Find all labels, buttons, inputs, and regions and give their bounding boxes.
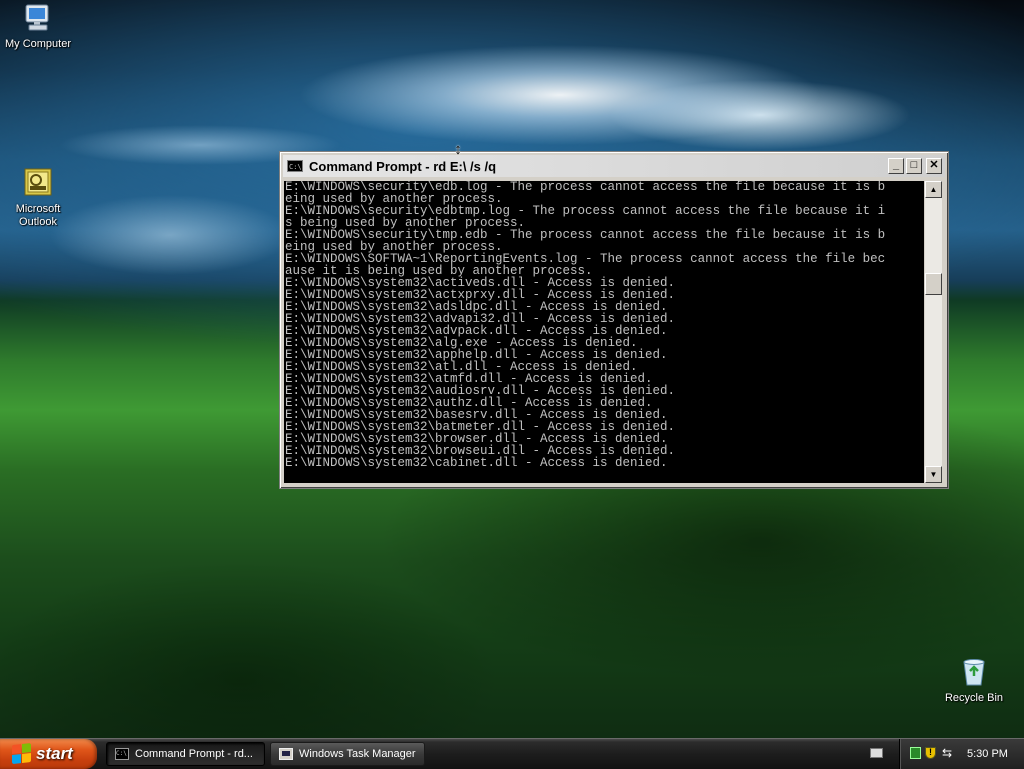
recycle-bin-icon [958, 656, 990, 688]
my-computer-icon [22, 2, 54, 34]
system-tray: ⇆ 5:30 PM [899, 739, 1024, 769]
command-prompt-icon[interactable]: C:\ [287, 160, 303, 172]
scrollbar-thumb[interactable] [925, 273, 942, 295]
maximize-button[interactable]: □ [906, 158, 922, 174]
safely-remove-hardware-icon[interactable]: ⇆ [942, 747, 953, 759]
taskbar: start C:\ Command Prompt - rd... Windows… [0, 738, 1024, 769]
taskbar-button-label: Command Prompt - rd... [135, 748, 253, 760]
desktop-icon-microsoft-outlook[interactable]: Microsoft Outlook [0, 167, 78, 229]
close-button[interactable]: ✕ [926, 158, 942, 174]
window-title: Command Prompt - rd E:\ /s /q [309, 158, 497, 174]
taskbar-button-label: Windows Task Manager [299, 748, 416, 760]
security-shield-icon[interactable] [925, 747, 936, 759]
minimize-button[interactable]: _ [888, 158, 904, 174]
vertical-scrollbar[interactable]: ▲ ▼ [925, 181, 942, 483]
windows-flag-icon [12, 743, 32, 765]
desktop-icon-label: Recycle Bin [944, 692, 1004, 704]
clock[interactable]: 5:30 PM [967, 739, 1008, 769]
desktop-icon-label: Microsoft Outlook [15, 203, 61, 228]
start-label: start [36, 744, 73, 763]
desktop-icon-recycle-bin[interactable]: Recycle Bin [934, 656, 1014, 705]
network-icon[interactable] [910, 747, 921, 759]
keyboard-icon[interactable] [870, 748, 883, 758]
desktop-icon-label: My Computer [4, 38, 72, 50]
console-line: E:\WINDOWS\system32\cabinet.dll - Access… [285, 456, 668, 470]
command-prompt-window[interactable]: C:\ Command Prompt - rd E:\ /s /q _ □ ✕ … [279, 151, 949, 489]
resize-cursor-icon: ↕ [454, 141, 462, 158]
taskbar-button-command-prompt[interactable]: C:\ Command Prompt - rd... [106, 742, 265, 766]
start-button[interactable]: start [0, 739, 97, 769]
window-titlebar[interactable]: C:\ Command Prompt - rd E:\ /s /q _ □ ✕ [283, 155, 945, 177]
console-output[interactable]: E:\WINDOWS\security\edb.log - The proces… [284, 181, 924, 483]
taskbar-button-task-manager[interactable]: Windows Task Manager [270, 742, 425, 766]
scroll-up-button[interactable]: ▲ [925, 181, 942, 198]
desktop-icon-my-computer[interactable]: My Computer [0, 2, 78, 51]
command-prompt-icon: C:\ [115, 748, 129, 760]
scroll-down-button[interactable]: ▼ [925, 466, 942, 483]
task-manager-icon [279, 748, 293, 760]
outlook-icon [22, 167, 54, 199]
